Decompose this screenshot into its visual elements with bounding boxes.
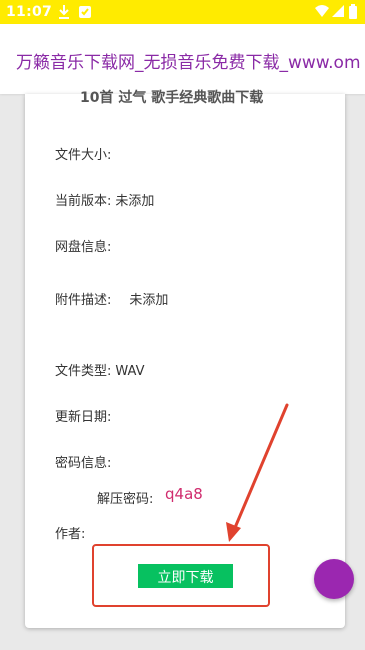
unzip-password-value[interactable]: q4a8 — [165, 485, 203, 503]
notification-icon — [78, 3, 94, 25]
field-label: 更新日期: — [55, 410, 112, 425]
status-bar: 11:07 — [0, 0, 365, 24]
field-label: 密码信息: — [55, 456, 112, 471]
field-value: WAV — [115, 364, 145, 379]
file-size-row: 文件大小: — [55, 144, 115, 163]
wifi-icon — [314, 3, 330, 25]
floating-action-button[interactable] — [314, 559, 354, 599]
author-row: 作者: — [55, 523, 89, 542]
netdisk-row: 网盘信息: — [55, 236, 115, 255]
battery-icon — [348, 3, 358, 25]
field-label: 当前版本: — [55, 194, 112, 209]
file-type-row: 文件类型: WAV — [55, 360, 145, 379]
password-info-row: 密码信息: — [55, 452, 115, 471]
attachment-row: 附件描述: 未添加 — [55, 289, 168, 308]
page-title: 万籁音乐下载网_无损音乐免费下载_www.om — [16, 53, 361, 73]
signal-icon — [331, 3, 345, 25]
update-date-row: 更新日期: — [55, 406, 115, 425]
field-value: 未添加 — [129, 293, 169, 308]
status-time: 11:07 — [6, 4, 53, 20]
version-row: 当前版本: 未添加 — [55, 190, 154, 209]
field-label: 作者: — [55, 527, 86, 542]
field-value: 未添加 — [115, 194, 155, 209]
unzip-password-label: 解压密码: — [97, 492, 154, 507]
field-label: 文件类型: — [55, 364, 112, 379]
title-bar: 万籁音乐下载网_无损音乐免费下载_www.om — [0, 24, 365, 94]
annotation-highlight-box — [92, 544, 270, 607]
field-label: 附件描述: — [55, 293, 112, 308]
card-heading: 10首 过气 歌手经典歌曲下载 — [80, 90, 264, 106]
field-label: 文件大小: — [55, 148, 112, 163]
field-label: 网盘信息: — [55, 240, 112, 255]
download-icon — [57, 3, 71, 25]
